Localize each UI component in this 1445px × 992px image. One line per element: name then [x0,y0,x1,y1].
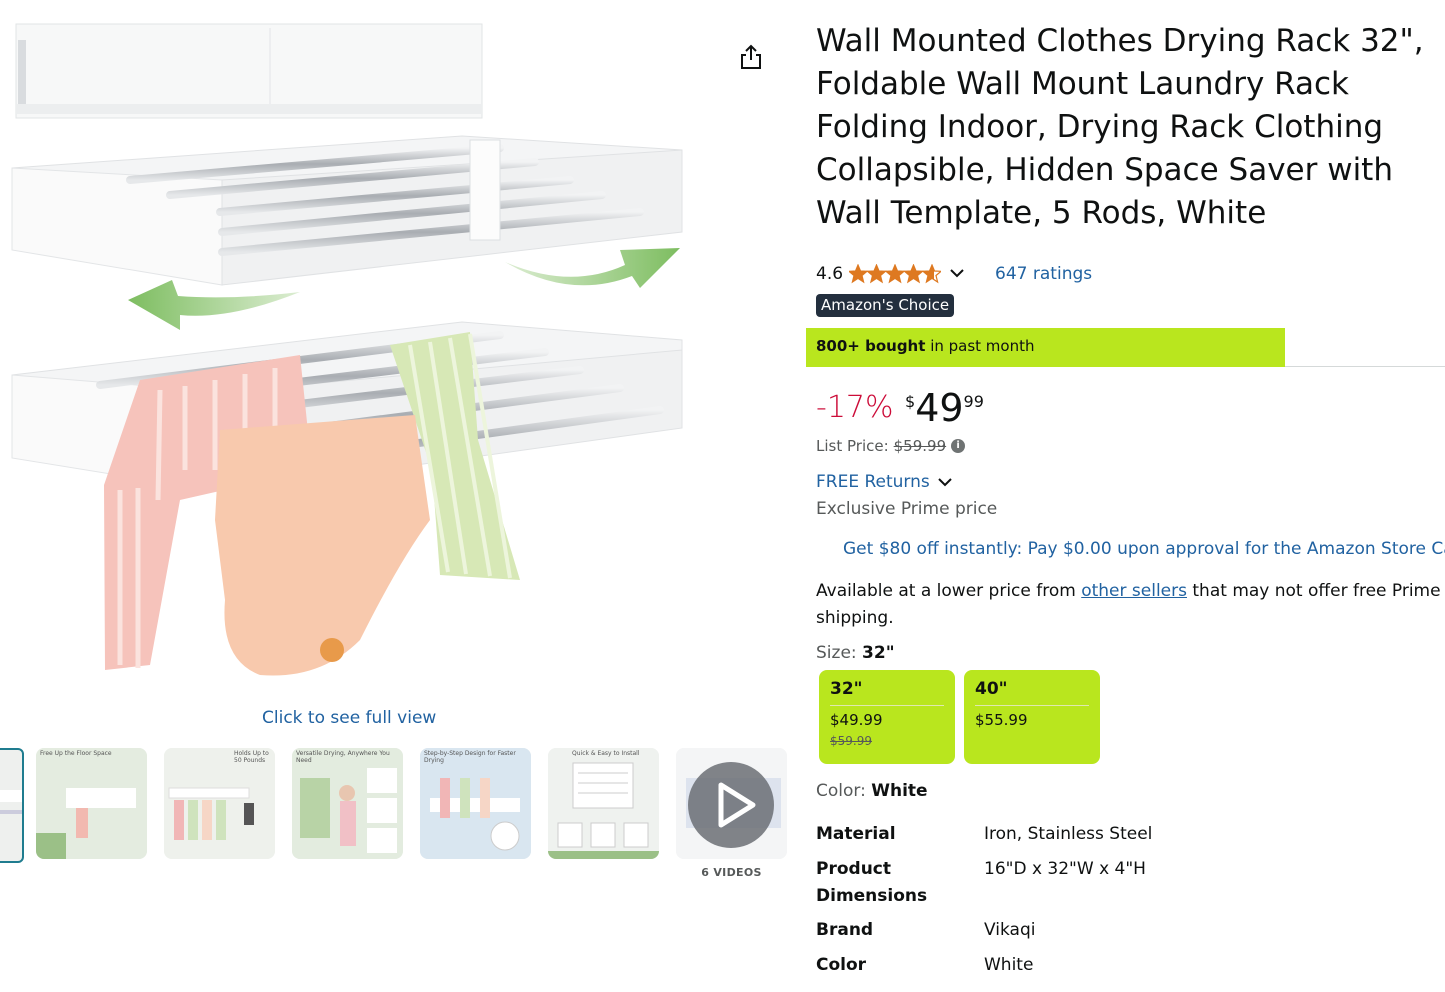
divider [830,705,944,706]
exclusive-prime-price: Exclusive Prime price [816,499,998,519]
list-price-label: List Price: [816,437,889,455]
color-selection-label: Color: White [816,781,928,801]
list-price-value: $59.99 [893,437,947,455]
divider [975,705,1089,706]
spec-key-dimensions: Product Dimensions [816,859,928,906]
size-option-old-price: $59.99 [830,734,872,748]
thumbnail-image [548,748,659,859]
spec-value-material: Iron, Stainless Steel [984,824,1153,844]
spec-key-material: Material [816,824,896,844]
thumbnail-caption: Quick & Easy to Install [572,750,640,757]
size-label: Size: [816,643,863,663]
drying-rack-illustration [11,23,683,676]
size-option-label: 40" [975,679,1008,699]
price-whole: 49 [915,386,964,430]
thumbnail-image [164,748,275,859]
thumbnail-quick-install[interactable]: Quick & Easy to Install [548,748,659,859]
spec-key-color: Color [816,955,867,975]
free-returns-link[interactable]: FREE Returns [816,472,954,492]
thumbnail-caption: Holds Up to 50 Pounds [234,750,269,764]
lower-price-notice: Available at a lower price from other se… [816,578,1441,632]
lower-price-text: Available at a lower price from [816,581,1082,601]
thumbnail-caption: Versatile Drying, Anywhere You Need [296,750,390,764]
spec-key-brand: Brand [816,920,874,940]
product-title: Wall Mounted Clothes Drying Rack 32", Fo… [816,23,1424,231]
thumbnail-caption: Step-by-Step Design for Faster Drying [424,750,516,764]
play-icon [688,762,774,848]
divider [1285,366,1445,367]
price-symbol: $ [905,392,916,411]
thumbnail-image [420,748,531,859]
chevron-down-icon[interactable] [949,264,965,284]
store-card-offer-link[interactable]: Get $80 off instantly: Pay $0.00 upon ap… [843,539,1445,559]
discount-percent: -17% [816,390,894,425]
thumbnail-step-by-step[interactable]: Step-by-Step Design for Faster Drying [420,748,531,859]
free-returns-label: FREE Returns [816,472,930,492]
full-view-link[interactable]: Click to see full view [262,708,436,728]
stars-icon [849,264,942,284]
size-selection-label: Size: 32" [816,643,895,663]
size-option-label: 32" [830,679,863,699]
thumbnail-caption: Free Up the Floor Space [40,750,112,757]
color-label: Color: [816,781,872,801]
price-fraction: 99 [963,392,984,411]
videos-count-label: 6 VIDEOS [701,866,762,879]
thumbnail-holds-50-pounds[interactable]: Holds Up to 50 Pounds [164,748,275,859]
thumbnail-main[interactable] [0,748,24,863]
bought-count: 800+ bought [816,337,926,355]
color-value: White [871,781,928,801]
ratings-count-link[interactable]: 647 ratings [995,264,1092,284]
other-sellers-link[interactable]: other sellers [1081,581,1187,601]
size-value: 32" [862,643,895,663]
size-option-40[interactable]: 40" $55.99 [964,670,1100,764]
price: $ 49 99 [905,386,984,430]
spec-value-brand: Vikaqi [984,920,1036,940]
size-option-32[interactable]: 32" $49.99 $59.99 [819,670,955,764]
info-icon[interactable]: i [951,439,966,453]
thumbnail-video[interactable] [676,748,787,859]
thumbnail-floor-space[interactable]: Free Up the Floor Space [36,748,147,859]
thumbnail-image [292,748,403,859]
bought-in-past-month: 800+ bought in past month [816,337,1035,355]
rating-row: 4.6 647 ratings [816,261,1092,287]
spec-value-color: White [984,955,1034,975]
size-option-price: $55.99 [975,711,1028,729]
rating-value: 4.6 [816,264,844,284]
share-icon [741,44,761,69]
chevron-down-icon [938,478,952,487]
share-button[interactable] [732,38,770,76]
list-price: List Price: $59.99 i [816,437,966,455]
amazons-choice-badge[interactable]: Amazon's Choice [816,294,955,317]
spec-value-dimensions: 16"D x 32"W x 4"H [984,859,1146,879]
main-product-image[interactable] [0,0,720,705]
thumbnail-versatile-drying[interactable]: Versatile Drying, Anywhere You Need [292,748,403,859]
bought-period: in past month [925,337,1035,355]
thumbnail-image [0,790,22,814]
thumbnail-image [676,748,787,859]
size-option-price: $49.99 [830,711,883,729]
star-rating[interactable] [849,264,942,284]
thumbnail-image [36,748,147,859]
